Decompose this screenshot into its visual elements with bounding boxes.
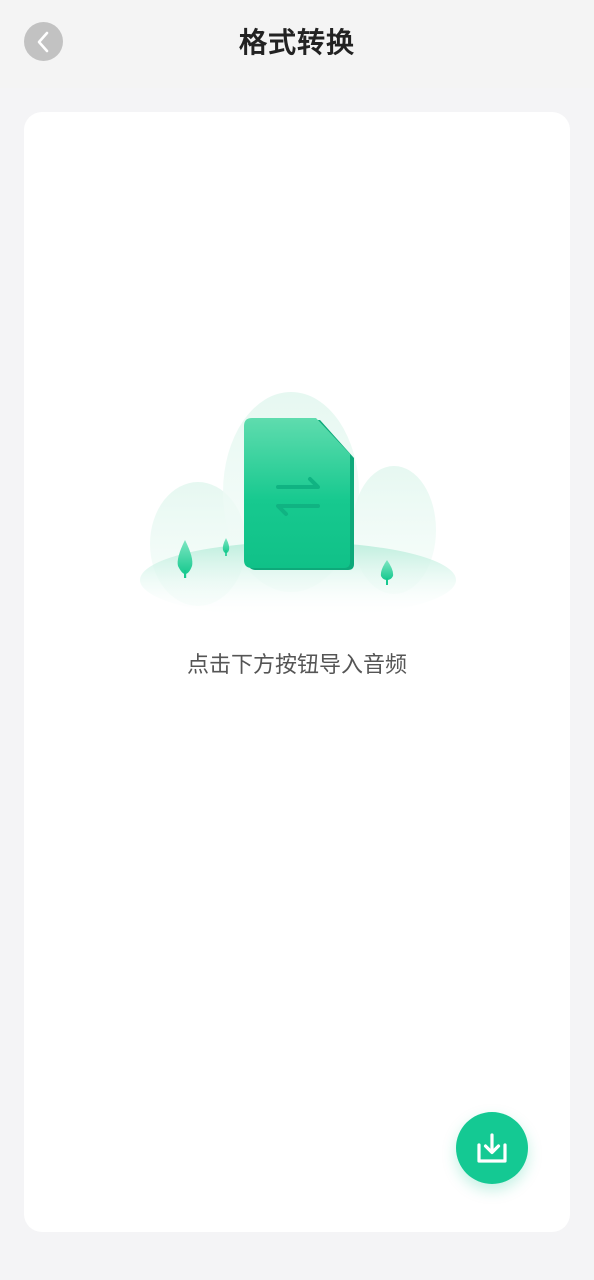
file-convert-illustration xyxy=(140,392,456,618)
empty-hint-text: 点击下方按钮导入音频 xyxy=(186,653,407,678)
import-audio-button[interactable] xyxy=(456,1112,528,1184)
import-download-icon xyxy=(477,1133,507,1163)
app-header: 格式转换 xyxy=(0,0,594,88)
page-title: 格式转换 xyxy=(238,26,355,59)
